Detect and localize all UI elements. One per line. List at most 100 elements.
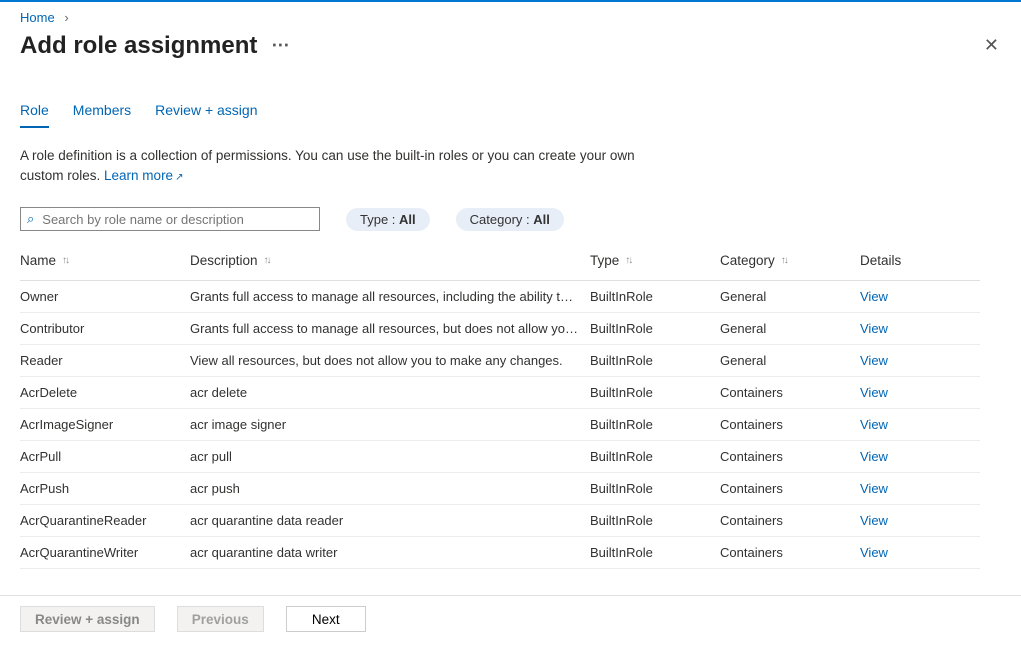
sort-icon: ↑↓ bbox=[264, 255, 270, 266]
search-input[interactable] bbox=[40, 210, 313, 228]
view-details-link[interactable]: View bbox=[860, 417, 960, 432]
cell-description: acr delete bbox=[190, 385, 590, 400]
sort-icon: ↑↓ bbox=[625, 255, 631, 266]
page-root: Home › Add role assignment ⋯ ✕ Role Memb… bbox=[0, 0, 1021, 664]
cell-name: AcrQuarantineWriter bbox=[20, 545, 190, 560]
cell-name: AcrDelete bbox=[20, 385, 190, 400]
cell-name: Contributor bbox=[20, 321, 190, 336]
cell-type: BuiltInRole bbox=[590, 353, 720, 368]
cell-category: Containers bbox=[720, 513, 860, 528]
cell-category: Containers bbox=[720, 449, 860, 464]
cell-description: acr quarantine data reader bbox=[190, 513, 590, 528]
col-description-label: Description bbox=[190, 253, 258, 268]
cell-category: General bbox=[720, 321, 860, 336]
tab-members[interactable]: Members bbox=[73, 96, 131, 128]
next-button[interactable]: Next bbox=[286, 606, 366, 632]
view-details-link[interactable]: View bbox=[860, 385, 960, 400]
cell-description: acr quarantine data writer bbox=[190, 545, 590, 560]
col-name[interactable]: Name ↑↓ bbox=[20, 253, 190, 268]
horizontal-scrollbar[interactable] bbox=[0, 648, 1021, 664]
cell-category: General bbox=[720, 289, 860, 304]
cell-name: Reader bbox=[20, 353, 190, 368]
cell-description: Grants full access to manage all resourc… bbox=[190, 321, 590, 336]
more-actions-icon[interactable]: ⋯ bbox=[271, 35, 291, 56]
cell-category: General bbox=[720, 353, 860, 368]
sort-icon: ↑↓ bbox=[781, 255, 787, 266]
page-header: Add role assignment ⋯ ✕ bbox=[0, 25, 1021, 72]
cell-type: BuiltInRole bbox=[590, 513, 720, 528]
table-row[interactable]: AcrDeleteacr deleteBuiltInRoleContainers… bbox=[20, 377, 980, 409]
cell-category: Containers bbox=[720, 417, 860, 432]
view-details-link[interactable]: View bbox=[860, 289, 960, 304]
col-details: Details bbox=[860, 253, 960, 268]
page-title: Add role assignment bbox=[20, 32, 257, 60]
table-row[interactable]: AcrPullacr pullBuiltInRoleContainersView bbox=[20, 441, 980, 473]
cell-type: BuiltInRole bbox=[590, 481, 720, 496]
cell-type: BuiltInRole bbox=[590, 417, 720, 432]
cell-name: AcrQuarantineReader bbox=[20, 513, 190, 528]
cell-description: acr image signer bbox=[190, 417, 590, 432]
cell-name: AcrImageSigner bbox=[20, 417, 190, 432]
filter-type[interactable]: Type : All bbox=[346, 208, 430, 231]
description-text: A role definition is a collection of per… bbox=[20, 146, 660, 185]
cell-description: View all resources, but does not allow y… bbox=[190, 353, 590, 368]
table-row[interactable]: AcrQuarantineReaderacr quarantine data r… bbox=[20, 505, 980, 537]
view-details-link[interactable]: View bbox=[860, 353, 960, 368]
cell-category: Containers bbox=[720, 545, 860, 560]
col-category-label: Category bbox=[720, 253, 775, 268]
cell-description: acr pull bbox=[190, 449, 590, 464]
filter-category-label: Category : bbox=[470, 212, 534, 227]
col-description[interactable]: Description ↑↓ bbox=[190, 253, 590, 268]
filter-category[interactable]: Category : All bbox=[456, 208, 564, 231]
roles-table: Name ↑↓ Description ↑↓ Type ↑↓ Category … bbox=[20, 241, 980, 569]
filter-type-label: Type : bbox=[360, 212, 399, 227]
page-title-wrap: Add role assignment ⋯ bbox=[20, 32, 291, 60]
external-link-icon: ↗ bbox=[175, 172, 183, 183]
learn-more-label: Learn more bbox=[104, 168, 173, 183]
cell-category: Containers bbox=[720, 481, 860, 496]
cell-type: BuiltInRole bbox=[590, 289, 720, 304]
tab-bar: Role Members Review + assign bbox=[20, 96, 1001, 128]
table-row[interactable]: ContributorGrants full access to manage … bbox=[20, 313, 980, 345]
search-box[interactable]: ⌕ bbox=[20, 207, 320, 231]
table-row[interactable]: AcrImageSigneracr image signerBuiltInRol… bbox=[20, 409, 980, 441]
table-row[interactable]: AcrPushacr pushBuiltInRoleContainersView bbox=[20, 473, 980, 505]
previous-button: Previous bbox=[177, 606, 264, 632]
tab-role[interactable]: Role bbox=[20, 96, 49, 128]
filter-category-value: All bbox=[533, 212, 550, 227]
review-assign-button: Review + assign bbox=[20, 606, 155, 632]
view-details-link[interactable]: View bbox=[860, 545, 960, 560]
cell-category: Containers bbox=[720, 385, 860, 400]
col-type-label: Type bbox=[590, 253, 619, 268]
breadcrumb: Home › bbox=[0, 2, 1021, 25]
col-details-label: Details bbox=[860, 253, 901, 268]
filter-type-value: All bbox=[399, 212, 416, 227]
table-row[interactable]: ReaderView all resources, but does not a… bbox=[20, 345, 980, 377]
table-body: OwnerGrants full access to manage all re… bbox=[20, 281, 980, 569]
cell-type: BuiltInRole bbox=[590, 449, 720, 464]
tab-review-assign[interactable]: Review + assign bbox=[155, 96, 257, 128]
toolbar: ⌕ Type : All Category : All bbox=[20, 207, 1001, 231]
cell-type: BuiltInRole bbox=[590, 321, 720, 336]
cell-type: BuiltInRole bbox=[590, 385, 720, 400]
breadcrumb-home[interactable]: Home bbox=[20, 10, 55, 25]
view-details-link[interactable]: View bbox=[860, 449, 960, 464]
col-type[interactable]: Type ↑↓ bbox=[590, 253, 720, 268]
col-name-label: Name bbox=[20, 253, 56, 268]
table-row[interactable]: OwnerGrants full access to manage all re… bbox=[20, 281, 980, 313]
view-details-link[interactable]: View bbox=[860, 513, 960, 528]
close-icon[interactable]: ✕ bbox=[982, 29, 1001, 62]
view-details-link[interactable]: View bbox=[860, 321, 960, 336]
main-scroll[interactable]: Role Members Review + assign A role defi… bbox=[0, 72, 1021, 595]
view-details-link[interactable]: View bbox=[860, 481, 960, 496]
chevron-right-icon: › bbox=[64, 10, 68, 25]
learn-more-link[interactable]: Learn more↗ bbox=[104, 168, 183, 183]
search-icon: ⌕ bbox=[27, 211, 34, 227]
table-row[interactable]: AcrQuarantineWriteracr quarantine data w… bbox=[20, 537, 980, 569]
sort-icon: ↑↓ bbox=[62, 255, 68, 266]
cell-description: Grants full access to manage all resourc… bbox=[190, 289, 590, 304]
cell-name: Owner bbox=[20, 289, 190, 304]
cell-type: BuiltInRole bbox=[590, 545, 720, 560]
table-header: Name ↑↓ Description ↑↓ Type ↑↓ Category … bbox=[20, 241, 980, 281]
col-category[interactable]: Category ↑↓ bbox=[720, 253, 860, 268]
